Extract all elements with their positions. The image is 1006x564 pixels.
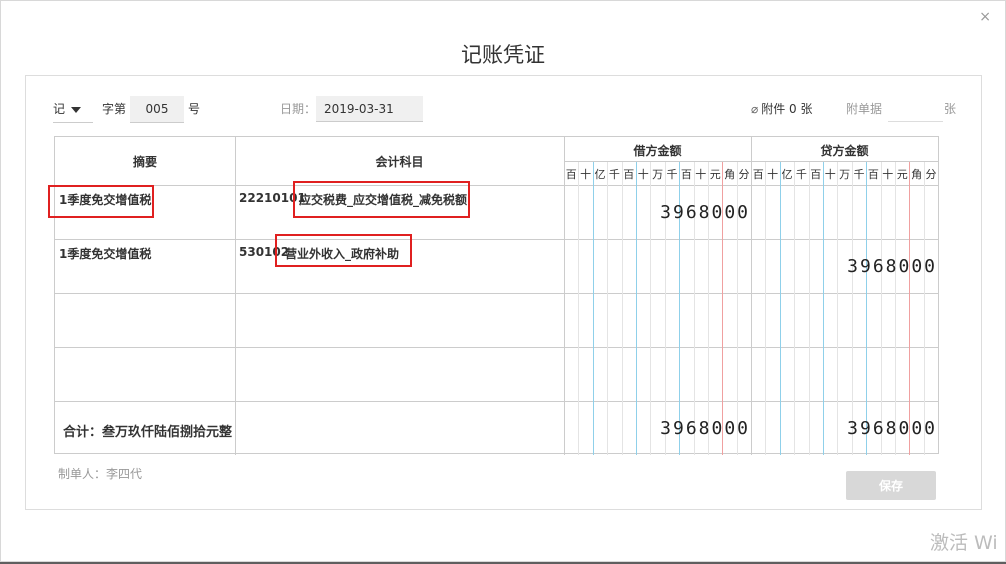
digit-grid-line bbox=[823, 162, 824, 455]
digit-grid-line bbox=[779, 162, 781, 455]
date-label: 日期： bbox=[280, 102, 317, 116]
digit-unit-label: 百 bbox=[752, 168, 764, 181]
digit-unit-label: 分 bbox=[738, 168, 750, 181]
caret-down-icon bbox=[71, 106, 82, 113]
receipt-unit-label: 张 bbox=[944, 102, 957, 116]
row-divider bbox=[55, 185, 938, 186]
highlight-account-name bbox=[293, 181, 470, 218]
highlight-summary bbox=[48, 185, 154, 218]
digit-grid-line bbox=[765, 162, 767, 455]
digit-grid-line bbox=[866, 162, 868, 455]
row-divider bbox=[55, 401, 938, 402]
digit-unit-label: 万 bbox=[839, 168, 851, 181]
digit-unit-label: 百 bbox=[680, 168, 692, 181]
digit-unit-label: 亿 bbox=[781, 168, 793, 181]
digit-grid-line bbox=[851, 162, 853, 455]
digit-grid-line bbox=[923, 162, 925, 455]
receipt-label: 附单据 bbox=[846, 102, 883, 116]
digit-unit-label: 十 bbox=[882, 168, 894, 181]
total-debit-amount: 3968000 bbox=[660, 418, 750, 439]
voucher-word-value: 记 bbox=[53, 102, 66, 116]
receipt-count-input[interactable] bbox=[888, 96, 943, 122]
maker-label: 制单人：李四代 bbox=[58, 467, 143, 481]
digit-unit-label: 十 bbox=[824, 168, 836, 181]
number-suffix-label: 号 bbox=[188, 102, 201, 116]
digit-unit-label: 百 bbox=[565, 168, 577, 181]
voucher-panel: 记 字第 005 号 日期： 2019-03-31 ⌀ 附件 0 张 附单据 张 … bbox=[25, 75, 982, 510]
debit-header: 借方金额 bbox=[633, 144, 682, 158]
close-icon[interactable]: × bbox=[979, 9, 991, 25]
credit-header: 贷方金额 bbox=[820, 144, 869, 158]
digit-unit-label: 角 bbox=[724, 168, 736, 181]
digit-unit-label: 千 bbox=[608, 168, 620, 181]
paperclip-icon: ⌀ bbox=[751, 102, 759, 116]
digit-grid-line bbox=[837, 162, 839, 455]
digit-unit-label: 分 bbox=[925, 168, 937, 181]
voucher-number-input[interactable]: 005 bbox=[130, 96, 184, 123]
digit-grid-line bbox=[808, 162, 810, 455]
total-label-prefix: 合计： bbox=[63, 425, 103, 440]
digit-grid-line bbox=[880, 162, 882, 455]
digit-unit-label: 角 bbox=[911, 168, 923, 181]
digit-unit-label: 十 bbox=[767, 168, 779, 181]
dialog-title: 记账凭证 bbox=[461, 43, 545, 67]
digit-grid-line bbox=[794, 162, 796, 455]
digit-unit-label: 十 bbox=[695, 168, 707, 181]
digit-unit-label: 千 bbox=[795, 168, 807, 181]
attachment-label: 附件 0 张 bbox=[761, 102, 813, 116]
digit-unit-label: 元 bbox=[709, 168, 721, 181]
voucher-word-select[interactable]: 记 bbox=[53, 96, 93, 123]
digit-unit-label: 万 bbox=[652, 168, 664, 181]
row-divider bbox=[564, 161, 938, 162]
row-divider bbox=[55, 239, 938, 240]
attachment-link[interactable]: ⌀ 附件 0 张 bbox=[751, 96, 813, 122]
digit-unit-label: 十 bbox=[580, 168, 592, 181]
digit-unit-label: 百 bbox=[810, 168, 822, 181]
digit-unit-label: 千 bbox=[666, 168, 678, 181]
row2-credit-amount[interactable]: 3968000 bbox=[751, 256, 937, 277]
digit-unit-label: 十 bbox=[637, 168, 649, 181]
row-divider bbox=[55, 347, 938, 348]
voucher-table: 摘要 会计科目 借方金额 贷方金额 百十亿千百十万千百十元角分百十亿千百十万千百… bbox=[54, 136, 939, 455]
total-label: 合计：叁万玖仟陆佰捌拾元整 bbox=[63, 421, 232, 440]
digit-grid-line bbox=[895, 162, 896, 455]
digit-grid-line bbox=[909, 162, 911, 455]
voucher-dialog: × 记账凭证 记 字第 005 号 日期： 2019-03-31 ⌀ 附件 0 张… bbox=[0, 0, 1006, 562]
word-suffix-label: 字第 bbox=[102, 102, 127, 116]
row2-summary[interactable]: 1季度免交增值税 bbox=[59, 245, 151, 262]
digit-unit-label: 亿 bbox=[594, 168, 606, 181]
digit-unit-label: 百 bbox=[867, 168, 879, 181]
digit-unit-label: 百 bbox=[623, 168, 635, 181]
highlight-account-name-2 bbox=[275, 234, 412, 267]
activation-watermark: 激活 Wi bbox=[930, 532, 998, 554]
digit-unit-label: 元 bbox=[896, 168, 908, 181]
account-header: 会计科目 bbox=[375, 155, 424, 169]
date-input[interactable]: 2019-03-31 bbox=[316, 96, 423, 122]
summary-header: 摘要 bbox=[132, 155, 157, 169]
total-credit-amount: 3968000 bbox=[847, 418, 937, 439]
row1-debit-amount[interactable]: 3968000 bbox=[564, 202, 750, 223]
row-divider bbox=[55, 293, 938, 294]
save-button[interactable]: 保存 bbox=[846, 471, 936, 500]
total-amount-words: 叁万玖仟陆佰捌拾元整 bbox=[102, 425, 233, 440]
digit-unit-label: 千 bbox=[853, 168, 865, 181]
